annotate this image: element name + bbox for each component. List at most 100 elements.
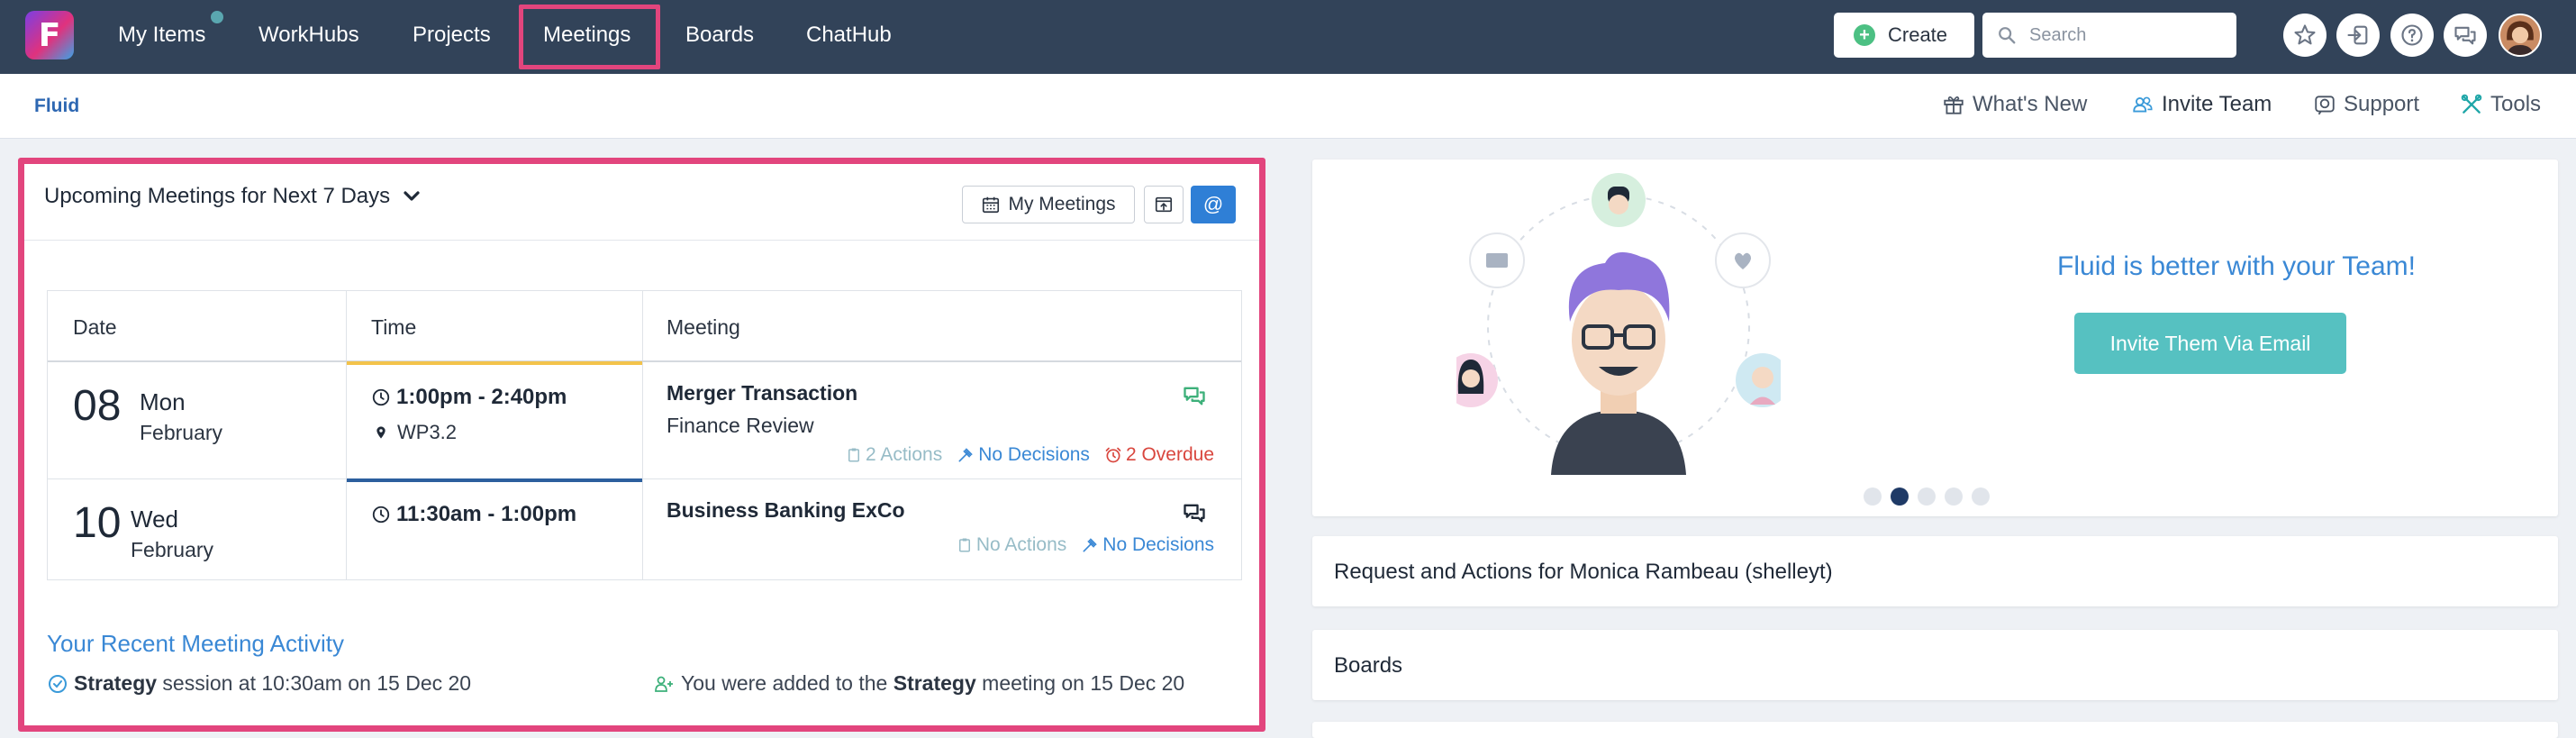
create-button[interactable]: + Create [1834, 13, 1974, 58]
activity-item[interactable]: Strategy session at 10:30am on 15 Dec 20 [47, 671, 471, 696]
activity-item[interactable]: You were added to the Strategy meeting o… [652, 671, 1184, 696]
meeting-title[interactable]: Business Banking ExCo [667, 498, 905, 523]
requests-actions-card[interactable]: Request and Actions for Monica Rambeau (… [1312, 536, 2558, 606]
star-icon [2294, 24, 2316, 45]
user-avatar[interactable] [2499, 14, 2542, 57]
invite-via-email-button[interactable]: Invite Them Via Email [2074, 313, 2346, 374]
nav-projects[interactable]: Projects [413, 0, 491, 70]
tools-label: Tools [2490, 92, 2542, 116]
upcoming-meetings-panel: Upcoming Meetings for Next 7 Days My Mee… [18, 158, 1265, 732]
carousel-dot[interactable] [1972, 487, 1990, 506]
activity-meeting-name: Strategy [74, 671, 158, 695]
carousel-dot[interactable] [1945, 487, 1963, 506]
help-icon [2401, 24, 2423, 46]
tools-link[interactable]: Tools [2460, 92, 2541, 117]
chat-bubbles-icon[interactable] [1181, 383, 1208, 408]
user-added-icon [655, 676, 673, 692]
card-title: Request and Actions for Monica Rambeau (… [1334, 560, 1833, 584]
whats-new-label: What's New [1973, 92, 2088, 116]
carousel-dot[interactable] [1864, 487, 1882, 506]
search-input[interactable]: Search [1982, 13, 2236, 58]
notification-dot [209, 9, 225, 25]
column-header-date: Date [73, 315, 117, 339]
carousel-dot-active[interactable] [1891, 487, 1909, 506]
whats-new-link[interactable]: What's New [1942, 92, 2087, 117]
create-label: Create [1888, 23, 1948, 46]
actions-count-label: 2 Actions [865, 444, 943, 465]
clipboard-icon [958, 538, 970, 552]
breadcrumb[interactable]: Fluid [34, 96, 79, 117]
logo-letter: F [38, 16, 61, 54]
team-invite-carousel: Fluid is better with your Team! Invite T… [1312, 159, 2558, 516]
activity-text: session at 10:30am on 15 Dec 20 [157, 671, 472, 695]
decisions-count[interactable]: No Decisions [1081, 534, 1214, 556]
tools-icon [2461, 94, 2482, 114]
my-meetings-button[interactable]: My Meetings [962, 186, 1135, 223]
calendar-icon [983, 196, 1000, 214]
invite-team-link[interactable]: Invite Team [2131, 92, 2272, 117]
gavel-icon [1083, 538, 1097, 552]
gift-icon [1944, 96, 1964, 114]
nav-chathub[interactable]: ChatHub [806, 0, 892, 70]
activity-text: meeting on 15 Dec 20 [975, 671, 1185, 695]
meetings-table: Date Time Meeting 08 Mon February 1:00pm… [47, 290, 1242, 580]
column-header-time: Time [371, 315, 417, 339]
nav-my-items[interactable]: My Items [118, 0, 205, 70]
nav-active-highlight [519, 5, 660, 69]
meeting-time: 1:00pm - 2:40pm [371, 385, 567, 410]
actions-count[interactable]: No Actions [957, 534, 1066, 556]
search-icon [1999, 27, 2016, 44]
user-photo-icon [2500, 15, 2540, 55]
top-navigation-bar: F My Items WorkHubs Projects Meetings Bo… [0, 0, 2576, 74]
decisions-count[interactable]: No Decisions [957, 444, 1090, 466]
team-illustration [1456, 173, 1781, 475]
my-meetings-label: My Meetings [1008, 194, 1116, 214]
boards-card[interactable]: Boards [1312, 630, 2558, 700]
plus-icon: + [1854, 24, 1875, 46]
mention-button[interactable]: @ [1191, 186, 1236, 223]
chevron-down-icon [404, 191, 420, 201]
meeting-summary: No Actions No Decisions [942, 534, 1214, 556]
activity-meeting-name: Strategy [893, 671, 976, 695]
nav-boards[interactable]: Boards [685, 0, 754, 70]
column-divider [346, 291, 347, 579]
actions-count[interactable]: 2 Actions [846, 444, 942, 466]
meeting-day-number: 08 [73, 382, 122, 430]
meetings-period-dropdown[interactable]: Upcoming Meetings for Next 7 Days [44, 184, 422, 209]
app-logo[interactable]: F [25, 11, 74, 59]
actions-count-label: No Actions [975, 534, 1067, 555]
chat-icon [2454, 26, 2476, 45]
support-link[interactable]: Support [2313, 92, 2419, 117]
help-button[interactable] [2390, 14, 2434, 57]
clipboard-icon [848, 448, 859, 462]
alarm-clock-icon [1105, 447, 1121, 463]
users-icon [2133, 96, 2153, 113]
favorites-button[interactable] [2283, 14, 2327, 57]
activity-text-prefix: You were added to the [681, 671, 893, 695]
column-divider [642, 291, 643, 579]
check-circle-icon [49, 674, 67, 693]
export-button[interactable] [1144, 186, 1184, 223]
nav-workhubs[interactable]: WorkHubs [259, 0, 359, 70]
clock-icon [372, 506, 390, 524]
gavel-icon [958, 448, 973, 462]
meeting-title[interactable]: Merger Transaction [667, 381, 857, 405]
recent-activity-title: Your Recent Meeting Activity [47, 630, 344, 657]
support-label: Support [2344, 92, 2420, 116]
header-divider [48, 360, 1241, 362]
clock-icon [372, 388, 390, 406]
map-pin-icon [376, 426, 385, 439]
export-icon [1155, 196, 1173, 213]
import-button[interactable] [2336, 14, 2380, 57]
chat-button[interactable] [2444, 14, 2487, 57]
invite-team-label: Invite Team [2162, 92, 2272, 116]
sign-in-icon [2347, 25, 2368, 45]
chat-bubbles-icon[interactable] [1181, 500, 1208, 525]
meeting-month: February [140, 421, 223, 444]
meeting-day-number: 10 [73, 499, 122, 547]
overdue-count[interactable]: 2 Overdue [1104, 444, 1214, 466]
meeting-time-label: 1:00pm - 2:40pm [396, 385, 567, 409]
meetings-panel-title: Upcoming Meetings for Next 7 Days [44, 184, 391, 208]
carousel-dot[interactable] [1918, 487, 1936, 506]
carousel-dots [1864, 487, 1999, 506]
